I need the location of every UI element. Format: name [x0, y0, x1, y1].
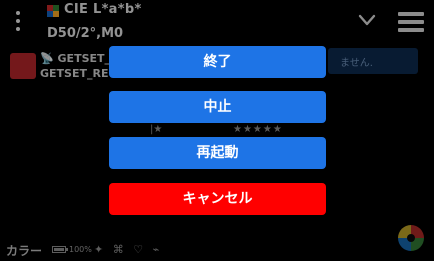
exit-button[interactable]: 終了 [109, 46, 326, 78]
app-screen: CIE L*a*b* D50/2°,M0 📡 GETSET_I GETSET_R… [0, 0, 434, 261]
stop-button[interactable]: 中止 [109, 91, 326, 123]
restart-button[interactable]: 再起動 [109, 137, 326, 169]
modal-overlay [0, 0, 434, 261]
cancel-button[interactable]: キャンセル [109, 183, 326, 215]
